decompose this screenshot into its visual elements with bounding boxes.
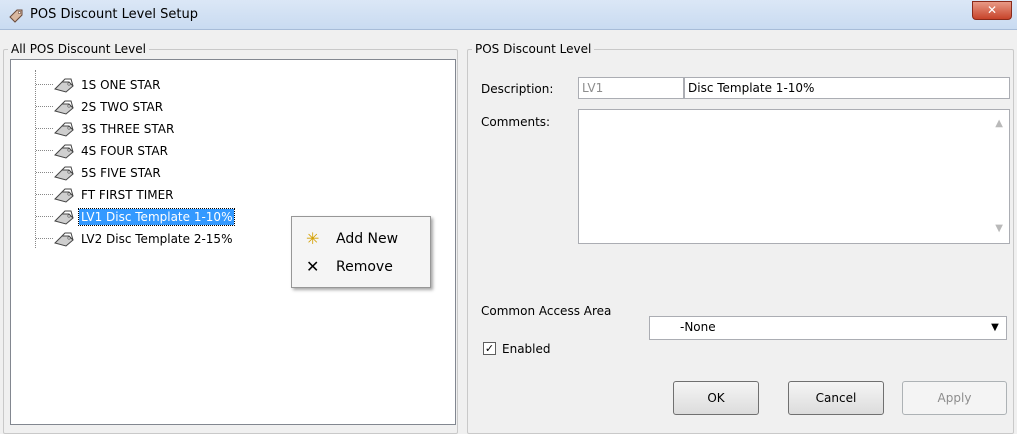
tree-item-label: 1S ONE STAR <box>81 78 161 92</box>
star-burst-icon: ✳ <box>306 229 320 248</box>
tree-item-label: 3S THREE STAR <box>81 122 175 136</box>
close-button[interactable]: ✕ <box>972 1 1012 20</box>
access-area-label: Common Access Area <box>481 304 612 318</box>
tree-item[interactable]: 2S TWO STAR <box>11 98 451 116</box>
scroll-up-icon[interactable]: ▲ <box>995 118 1003 129</box>
tag-icon <box>53 77 75 93</box>
tree-item-label: LV2 Disc Template 2-15% <box>81 232 233 246</box>
tag-icon <box>53 209 75 225</box>
tree-connector-line <box>36 106 53 107</box>
tag-icon <box>53 143 75 159</box>
add-new-label: Add New <box>336 231 399 247</box>
tree-item-label: 5S FIVE STAR <box>81 166 161 180</box>
enabled-label: Enabled <box>502 342 551 356</box>
tag-icon <box>53 165 75 181</box>
tree-item-label: 2S TWO STAR <box>81 100 164 114</box>
tag-icon <box>53 99 75 115</box>
tree-connector-line <box>36 238 53 239</box>
ok-button[interactable]: OK <box>673 381 759 415</box>
access-area-dropdown[interactable]: -None ▼ <box>649 316 1007 340</box>
comments-label: Comments: <box>481 115 551 129</box>
remove-label: Remove <box>336 259 393 275</box>
cancel-button[interactable]: Cancel <box>788 381 884 415</box>
all-discount-level-legend: All POS Discount Level <box>11 42 146 56</box>
context-menu: ✳ Add New ✕ Remove <box>291 216 431 288</box>
x-icon: ✕ <box>306 257 320 276</box>
chevron-down-icon[interactable]: ▼ <box>986 319 1004 337</box>
tree-item[interactable]: 5S FIVE STAR <box>11 164 451 182</box>
tree-item-label: FT FIRST TIMER <box>81 188 174 202</box>
code-field: LV1 <box>578 77 684 99</box>
tree-connector-line <box>36 172 53 173</box>
tag-icon <box>53 187 75 203</box>
comments-field[interactable]: ▲ ▼ <box>578 109 1010 244</box>
tag-icon <box>9 9 23 23</box>
scroll-down-icon[interactable]: ▼ <box>995 223 1003 234</box>
discount-level-legend: POS Discount Level <box>475 42 592 56</box>
remove-menu-item[interactable]: ✕ Remove <box>296 255 426 279</box>
title-bar: POS Discount Level Setup ✕ <box>0 0 1017 30</box>
tag-icon <box>53 121 75 137</box>
tree-item[interactable]: 1S ONE STAR <box>11 76 451 94</box>
add-new-menu-item[interactable]: ✳ Add New <box>296 227 426 251</box>
tree-item[interactable]: FT FIRST TIMER <box>11 186 451 204</box>
tree-item[interactable]: 3S THREE STAR <box>11 120 451 138</box>
tree-connector-line <box>36 128 53 129</box>
tree-connector-line <box>36 150 53 151</box>
window-title: POS Discount Level Setup <box>30 7 198 22</box>
description-field[interactable]: Disc Template 1-10% <box>684 77 1010 99</box>
description-label: Description: <box>481 82 554 96</box>
apply-button[interactable]: Apply <box>902 381 1007 415</box>
tree-connector-line <box>36 194 53 195</box>
tree-item-label: LV1 Disc Template 1-10% <box>77 208 236 226</box>
enabled-checkbox[interactable]: ✓ <box>483 342 496 355</box>
tree-item-label: 4S FOUR STAR <box>81 144 168 158</box>
tree-connector-line <box>36 84 53 85</box>
tree-item[interactable]: 4S FOUR STAR <box>11 142 451 160</box>
tree-connector-line <box>36 216 53 217</box>
tag-icon <box>53 231 75 247</box>
access-area-value: -None <box>680 320 716 334</box>
